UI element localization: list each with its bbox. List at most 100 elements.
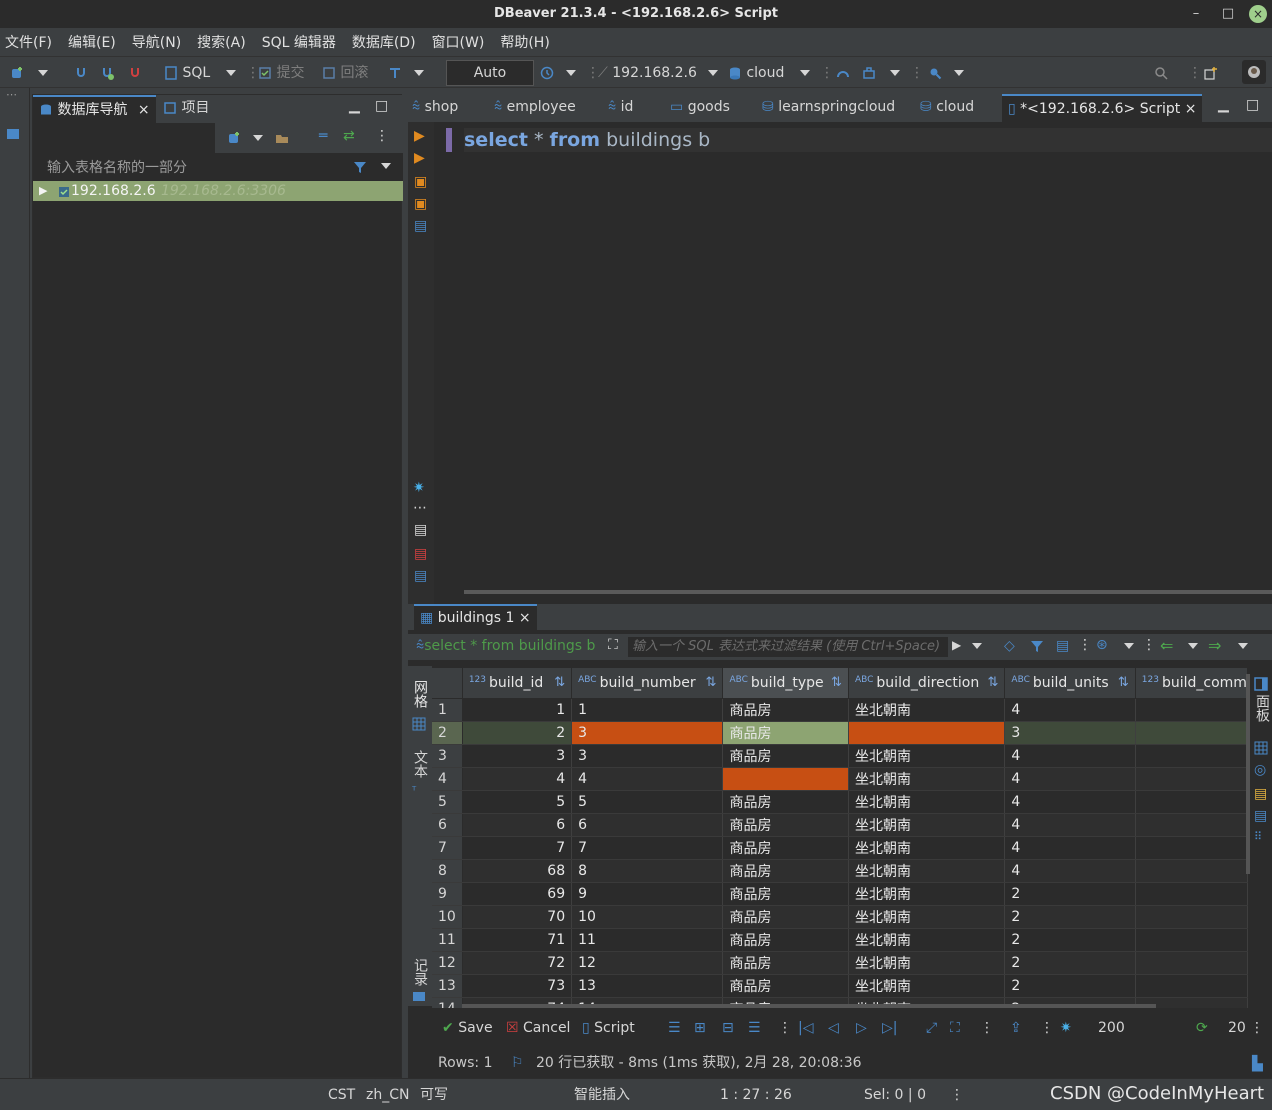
row-number[interactable]: 9	[432, 882, 463, 906]
transaction-mode-select[interactable]: Auto	[446, 60, 534, 86]
tab-learnspringcloud[interactable]: ⛁ learnspringcloud	[762, 94, 895, 122]
add-row-icon[interactable]: ⊞	[694, 1018, 706, 1038]
table-cell[interactable]: 坐北朝南	[848, 951, 1006, 975]
settings-icon[interactable]: ✷	[413, 480, 425, 496]
query-label[interactable]: ⩯select * from buildings b	[416, 638, 595, 654]
tab-script[interactable]: ▯ *<192.168.2.6> Script ×	[1002, 94, 1203, 122]
table-cell[interactable]: 12	[571, 951, 724, 975]
tab-cloud[interactable]: ⛁ cloud	[920, 94, 974, 122]
search-icon[interactable]	[1154, 63, 1168, 83]
execution-log-icon[interactable]: ⚐	[511, 1055, 524, 1071]
column-header[interactable]: 123 build_id ⇅	[462, 668, 573, 699]
new-connection-icon[interactable]	[227, 130, 241, 146]
refresh-panel-icon[interactable]: ◎	[1254, 762, 1266, 778]
expand-arrow-icon[interactable]: ▶	[39, 181, 47, 201]
table-cell[interactable]: 2	[1004, 951, 1136, 975]
column-header[interactable]: ABC build_direction ⇅	[848, 668, 1006, 699]
table-cell[interactable]: 2	[1004, 905, 1136, 929]
forward-icon[interactable]: ⇒	[1208, 636, 1221, 655]
table-cell[interactable]: 商品房	[722, 790, 849, 814]
table-cell[interactable]: 1	[571, 698, 724, 722]
table-cell[interactable]: 商品房	[722, 859, 849, 883]
history-icon[interactable]	[540, 63, 554, 83]
tab-project[interactable]: 项目	[157, 95, 215, 123]
filter-icon[interactable]	[1030, 638, 1044, 654]
tasks-icon[interactable]	[862, 63, 876, 83]
table-cell[interactable]: 6	[571, 813, 724, 837]
tab-goods[interactable]: ▭ goods	[670, 94, 730, 122]
table-cell[interactable]	[1135, 974, 1248, 998]
close-icon[interactable]: ×	[1185, 101, 1197, 117]
find-icon[interactable]	[928, 63, 942, 83]
avatar[interactable]	[1242, 60, 1266, 84]
table-cell[interactable]	[848, 721, 1006, 745]
transaction-mode-icon[interactable]	[388, 63, 402, 83]
table-cell[interactable]: 5	[571, 790, 724, 814]
reconnect-icon[interactable]	[100, 63, 114, 83]
link-editor-icon[interactable]: ⇄	[343, 128, 355, 144]
script-button[interactable]: ▯ Script	[582, 1018, 635, 1038]
menu-database[interactable]: 数据库(D)	[352, 32, 416, 52]
table-row[interactable]: 11 71 11 商品房 坐北朝南 2	[432, 928, 1248, 952]
table-cell[interactable]: 4	[1004, 813, 1136, 837]
row-number[interactable]: 8	[432, 859, 463, 883]
column-header[interactable]: 123 build_comm	[1135, 668, 1248, 699]
table-cell[interactable]: 商品房	[722, 951, 849, 975]
table-cell[interactable]: 商品房	[722, 721, 849, 745]
table-row[interactable]: 5 5 5 商品房 坐北朝南 4	[432, 790, 1248, 814]
execute-new-tab-icon[interactable]: ▶	[414, 150, 425, 166]
table-cell[interactable]: 坐北朝南	[848, 859, 1006, 883]
close-icon[interactable]: ×	[138, 102, 150, 118]
delete-row-icon[interactable]: ☰	[748, 1018, 761, 1038]
column-header[interactable]: ABC build_type ⇅	[722, 668, 849, 699]
menu-edit[interactable]: 编辑(E)	[68, 32, 116, 52]
connect-icon[interactable]	[74, 63, 88, 83]
table-cell[interactable]: 4	[571, 767, 724, 791]
table-row[interactable]: 4 4 4 坐北朝南 4	[432, 767, 1248, 791]
sort-icon[interactable]: ⇅	[554, 675, 565, 690]
maximize-button[interactable]: □	[1214, 0, 1242, 28]
table-cell[interactable]: 4	[1004, 744, 1136, 768]
active-database-selector[interactable]: cloud	[728, 63, 784, 83]
table-row[interactable]: 2 2 3 商品房 3	[432, 721, 1248, 745]
chevron-down-icon[interactable]	[1238, 638, 1248, 654]
clear-filter-icon[interactable]: ◇	[1004, 638, 1015, 654]
table-cell[interactable]: 坐北朝南	[848, 813, 1006, 837]
table-cell[interactable]: 4	[462, 767, 573, 791]
chevron-down-icon[interactable]	[708, 63, 718, 83]
tree-item-connection[interactable]: ▶ 192.168.2.6 192.168.2.6:3306	[33, 181, 403, 201]
table-cell[interactable]: 4	[1004, 790, 1136, 814]
table-cell[interactable]: 坐北朝南	[848, 905, 1006, 929]
row-number[interactable]: 3	[432, 744, 463, 768]
close-button[interactable]: ×	[1249, 5, 1267, 23]
table-cell[interactable]: 坐北朝南	[848, 698, 1006, 722]
table-cell[interactable]	[1135, 790, 1248, 814]
row-number-header[interactable]	[432, 668, 463, 699]
sql-text[interactable]: select * from buildings b	[464, 128, 710, 152]
row-number[interactable]: 10	[432, 905, 463, 929]
table-cell[interactable]: 8	[571, 859, 724, 883]
menu-file[interactable]: 文件(F)	[5, 32, 52, 52]
sort-icon[interactable]: ⇅	[988, 675, 999, 690]
tab-record[interactable]: 记录	[410, 958, 430, 986]
chevron-down-icon[interactable]	[890, 63, 900, 83]
table-cell[interactable]: 7	[462, 836, 573, 860]
rollback-button[interactable]: 回滚	[322, 63, 368, 83]
table-cell[interactable]	[1135, 836, 1248, 860]
table-row[interactable]: 9 69 9 商品房 坐北朝南 2	[432, 882, 1248, 906]
chevron-down-icon[interactable]	[972, 638, 982, 654]
calc-icon[interactable]: ⠿	[1254, 830, 1262, 843]
open-file-icon[interactable]: ▤	[414, 522, 427, 538]
format-icon[interactable]: ▤	[414, 568, 427, 584]
table-cell[interactable]: 3	[571, 744, 724, 768]
sort-icon[interactable]: ⇅	[706, 675, 717, 690]
table-cell[interactable]: 7	[571, 836, 724, 860]
chart-icon[interactable]: ▤	[1254, 786, 1267, 802]
table-cell[interactable]: 商品房	[722, 698, 849, 722]
chevron-down-icon[interactable]	[800, 63, 810, 83]
tab-grid[interactable]: 网格	[410, 680, 430, 708]
chevron-down-icon[interactable]	[38, 63, 48, 83]
tab-panels[interactable]: 面板	[1252, 694, 1272, 722]
table-cell[interactable]: 坐北朝南	[848, 928, 1006, 952]
menu-window[interactable]: 窗口(W)	[432, 32, 485, 52]
